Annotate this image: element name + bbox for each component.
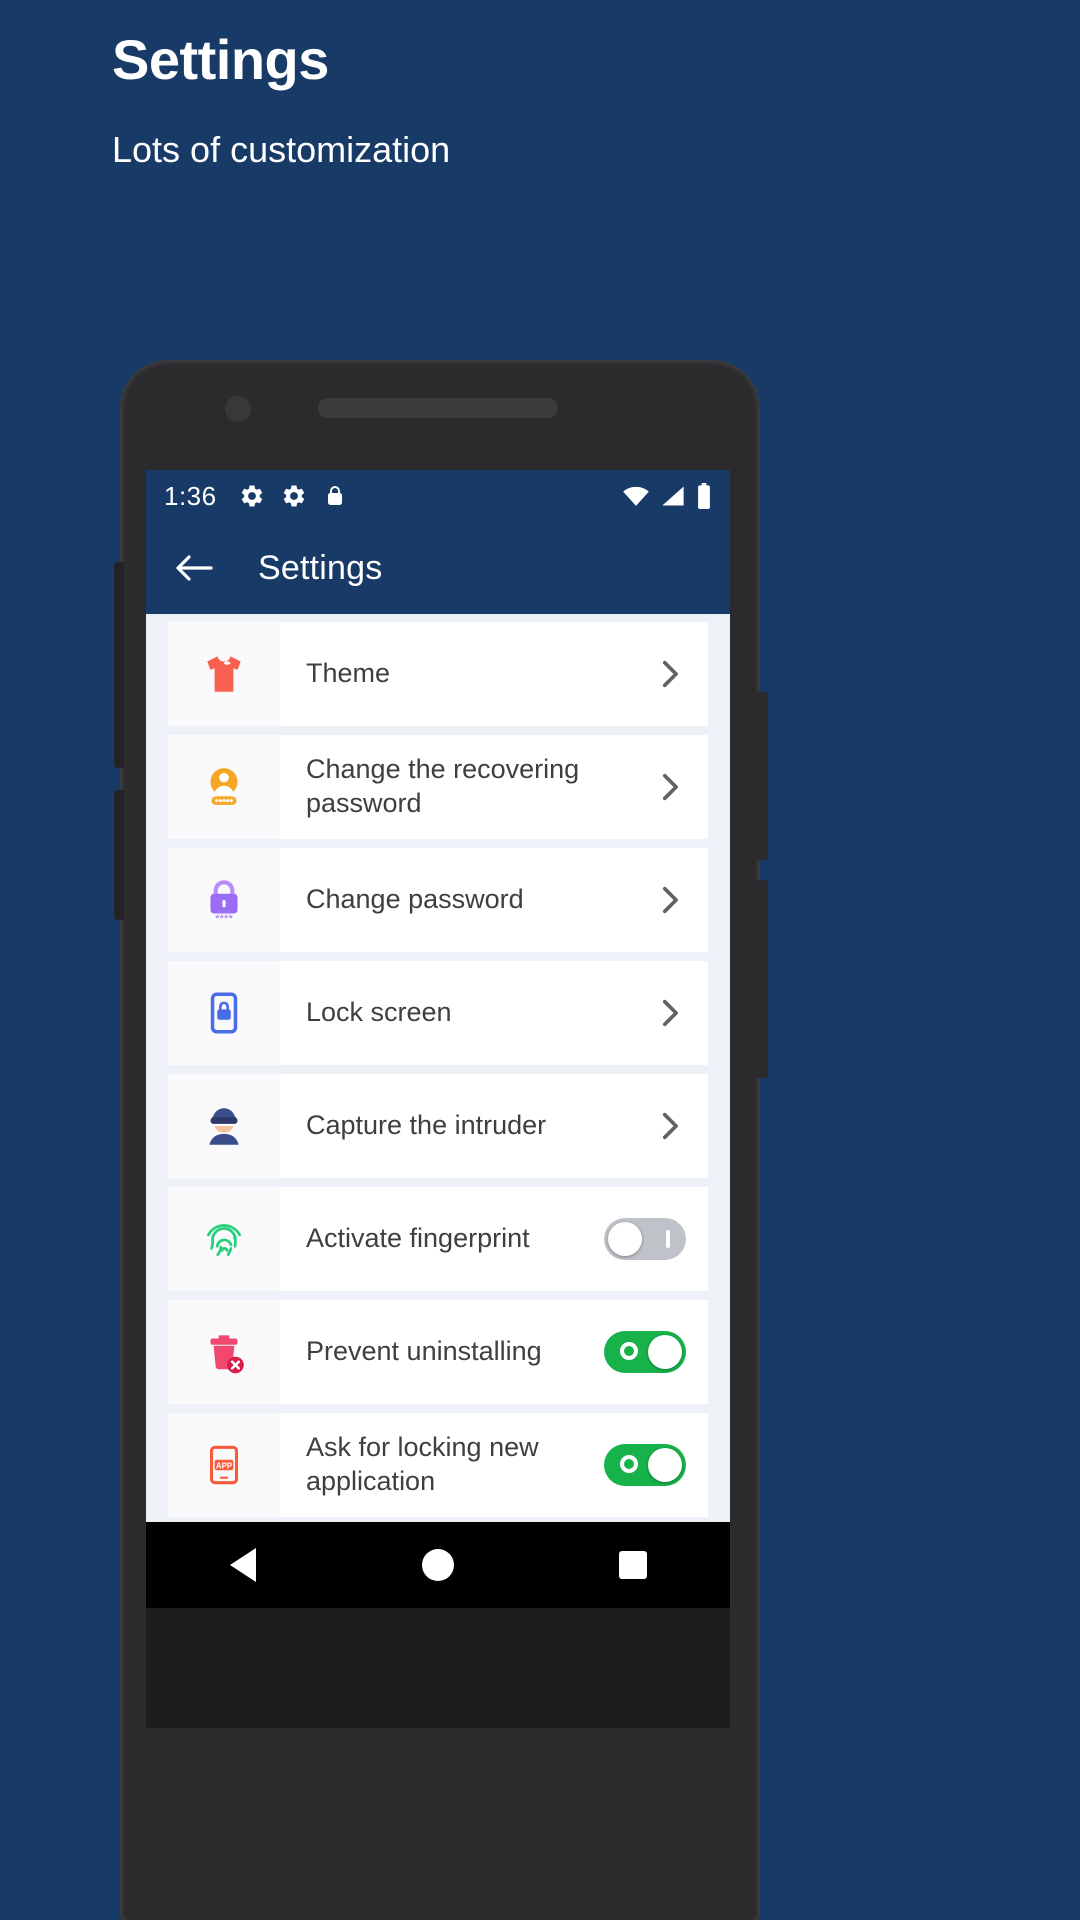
list-item-label: Ask for locking new application [306, 1432, 539, 1496]
fingerprint-icon [207, 1224, 241, 1256]
toggle-knob [648, 1448, 682, 1482]
android-navigation-bar [146, 1522, 730, 1608]
uninstall-icon [210, 1335, 244, 1374]
phone-chin [146, 1608, 730, 1728]
toggle-on-marker [620, 1455, 638, 1473]
list-item[interactable]: Theme [168, 622, 708, 726]
promo-screenshot: Settings Lots of customization 1:36 Sett… [0, 0, 1080, 1920]
row-body: Capture the intruder [280, 1074, 708, 1178]
toggle-activate-fingerprint[interactable] [604, 1218, 686, 1260]
gear-icon [281, 483, 307, 509]
volume-up-button[interactable] [114, 562, 124, 768]
row-icon-cell [168, 1300, 280, 1404]
phone-screen: 1:36 Settings Theme Change the recoverin… [146, 470, 730, 1522]
front-camera [225, 396, 251, 422]
list-item[interactable]: **** Change password [168, 848, 708, 952]
row-body: Ask for locking new application [280, 1413, 708, 1517]
list-item[interactable]: Activate fingerprint [168, 1187, 708, 1291]
row-icon-cell [168, 1074, 280, 1178]
square-recents-icon [618, 1551, 647, 1579]
row-icon-cell: APP [168, 1413, 280, 1517]
row-body: Theme [280, 622, 708, 726]
status-bar: 1:36 [146, 470, 730, 522]
phone-lock-icon [210, 992, 238, 1034]
side-button-secondary[interactable] [756, 880, 768, 1078]
toggle-off-marker [666, 1230, 670, 1248]
wifi-icon [622, 485, 650, 507]
row-icon-cell [168, 622, 280, 726]
row-body: Lock screen [280, 961, 708, 1065]
app-bar: Settings [146, 522, 730, 614]
status-bar-time: 1:36 [164, 480, 217, 511]
padlock-icon: **** [210, 880, 238, 925]
signal-icon [660, 485, 686, 507]
status-bar-notification-icons [239, 483, 347, 509]
list-item-label: Capture the intruder [306, 1110, 547, 1141]
list-item-label: Activate fingerprint [306, 1223, 530, 1254]
toggle-knob [608, 1222, 642, 1256]
gear-icon [239, 483, 265, 509]
app-bar-title: Settings [258, 548, 383, 587]
chevron-right-icon[interactable] [652, 657, 686, 691]
lock-icon [323, 483, 347, 509]
row-body: Activate fingerprint [280, 1187, 708, 1291]
list-item-label: Theme [306, 658, 391, 689]
status-bar-system-icons [622, 483, 712, 509]
row-icon-cell [168, 735, 280, 839]
phone-mockup: 1:36 Settings Theme Change the recoverin… [114, 362, 768, 1920]
page-subtitle: Lots of customization [112, 129, 451, 170]
chevron-right-icon[interactable] [652, 996, 686, 1030]
toggle-prevent-uninstalling[interactable] [604, 1331, 686, 1373]
chevron-right-icon[interactable] [652, 770, 686, 804]
list-item-label: Lock screen [306, 997, 452, 1028]
intruder-icon [209, 1108, 239, 1145]
list-item[interactable]: Lock screen [168, 961, 708, 1065]
list-item-label: Change the recovering password [306, 754, 580, 818]
toggle-on-marker [620, 1342, 638, 1360]
back-button[interactable] [166, 540, 222, 596]
row-icon-cell [168, 961, 280, 1065]
arrow-left-icon [176, 555, 213, 581]
earpiece-speaker [318, 398, 558, 418]
list-item[interactable]: Change the recovering password [168, 735, 708, 839]
page-title: Settings [112, 28, 329, 91]
battery-icon [696, 483, 712, 509]
row-body: Change password [280, 848, 708, 952]
app-icon: APP [209, 1445, 239, 1485]
triangle-back-icon [230, 1548, 257, 1582]
list-item[interactable]: Capture the intruder [168, 1074, 708, 1178]
list-item[interactable]: Prevent uninstalling [168, 1300, 708, 1404]
power-button[interactable] [756, 692, 768, 860]
row-icon-cell: **** [168, 848, 280, 952]
nav-recents-button[interactable] [598, 1530, 668, 1600]
circle-home-icon [421, 1549, 454, 1581]
svg-text:APP: APP [216, 1461, 232, 1470]
user-password-icon [210, 768, 238, 805]
toggle-knob [648, 1335, 682, 1369]
row-body: Prevent uninstalling [280, 1300, 708, 1404]
volume-down-button[interactable] [114, 790, 124, 920]
nav-home-button[interactable] [403, 1530, 473, 1600]
chevron-right-icon[interactable] [652, 1109, 686, 1143]
svg-text:****: **** [215, 913, 233, 925]
toggle-ask-for-locking-new-application[interactable] [604, 1444, 686, 1486]
list-item-label: Change password [306, 884, 524, 915]
tshirt-icon [207, 656, 241, 692]
nav-back-button[interactable] [208, 1530, 278, 1600]
chevron-right-icon[interactable] [652, 883, 686, 917]
row-icon-cell [168, 1187, 280, 1291]
list-item-label: Prevent uninstalling [306, 1336, 542, 1367]
list-item[interactable]: APP Ask for locking new application [168, 1413, 708, 1517]
row-body: Change the recovering password [280, 735, 708, 839]
settings-list: Theme Change the recovering password ***… [146, 614, 730, 1517]
